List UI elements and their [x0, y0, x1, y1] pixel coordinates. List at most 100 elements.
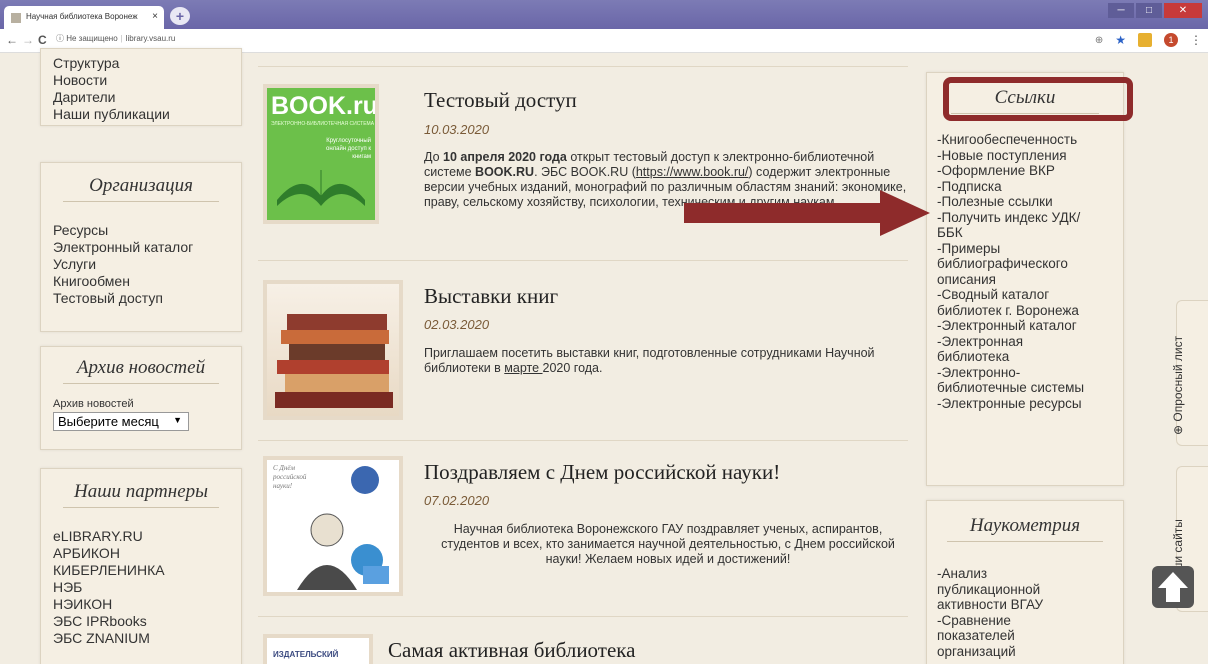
- organization-panel: Организация Ресурсы Электронный каталог …: [40, 162, 242, 332]
- partner-link[interactable]: АРБИКОН: [53, 545, 229, 562]
- organization-title: Организация: [63, 175, 219, 202]
- link-union-catalog-cont[interactable]: библиотек г. Воронежа: [937, 303, 1113, 319]
- extension-icon[interactable]: [1138, 33, 1152, 47]
- partner-link[interactable]: КИБЕРЛЕНИНКА: [53, 562, 229, 579]
- page-body: Структура Новости Дарители Наши публикац…: [0, 48, 1208, 664]
- book-ru-tagline: Круглосуточный онлайн доступ к книгам: [325, 138, 371, 160]
- link-union-catalog[interactable]: -Сводный каталог: [937, 287, 1113, 303]
- month-select[interactable]: Выберите месяц ▼: [53, 412, 189, 431]
- org-link-services[interactable]: Услуги: [53, 256, 229, 273]
- link-vkr[interactable]: -Оформление ВКР: [937, 163, 1113, 179]
- link-examples[interactable]: -Примеры: [937, 241, 1113, 257]
- link-ebs-cont[interactable]: библиотечные системы: [937, 380, 1113, 396]
- tab-title: Научная библиотека Воронеж: [26, 12, 138, 21]
- partner-link[interactable]: НЭИКОН: [53, 596, 229, 613]
- book-ru-logo: BOOK.ru: [271, 92, 378, 120]
- publisher-thumbnail[interactable]: ИЗДАТЕЛЬСКИЙ: [263, 634, 373, 664]
- survey-side-tab[interactable]: ⊕ Опросный лист: [1171, 300, 1208, 446]
- article-text: Приглашаем посетить выставки книг, подго…: [424, 346, 875, 375]
- security-indicator[interactable]: ⓘ Не защищено: [56, 34, 118, 43]
- url-text: library.vsau.ru: [125, 34, 176, 43]
- article-date: 02.03.2020: [424, 317, 490, 332]
- march-link[interactable]: марте: [504, 361, 542, 375]
- forward-arrow-icon[interactable]: →: [22, 33, 34, 47]
- scientometrics-link[interactable]: активности ВГАУ: [937, 597, 1113, 613]
- archive-panel: Архив новостей Архив новостей Выберите м…: [40, 346, 242, 450]
- nav-link-donors[interactable]: Дарители: [53, 89, 229, 106]
- zoom-icon[interactable]: ⊕: [1095, 35, 1103, 46]
- link-e-catalog[interactable]: -Электронный каталог: [937, 318, 1113, 334]
- link-useful[interactable]: -Полезные ссылки: [937, 194, 1113, 210]
- scientometrics-link[interactable]: показателей: [937, 628, 1113, 644]
- profile-badge[interactable]: 1: [1164, 33, 1178, 47]
- link-examples-cont[interactable]: описания: [937, 272, 1113, 288]
- scientist-illustration: [297, 466, 389, 590]
- address-bar[interactable]: ⓘ Не защищено | library.vsau.ru: [56, 33, 175, 44]
- window-controls: ─ □ ✕: [1108, 3, 1202, 18]
- link-ebs[interactable]: -Электронно-: [937, 365, 1113, 381]
- scientometrics-link[interactable]: организаций: [937, 644, 1113, 660]
- link-e-library-cont[interactable]: библиотека: [937, 349, 1113, 365]
- scientometrics-title: Наукометрия: [947, 515, 1103, 542]
- link-e-library[interactable]: -Электронная: [937, 334, 1113, 350]
- link-subscription[interactable]: -Подписка: [937, 179, 1113, 195]
- divider: [258, 616, 908, 617]
- close-window-button[interactable]: ✕: [1164, 3, 1202, 18]
- nav-link-news[interactable]: Новости: [53, 72, 229, 89]
- toolbar-actions: ⊕ ★ 1 ⋮: [1095, 33, 1202, 47]
- scientometrics-link[interactable]: публикационной: [937, 582, 1113, 598]
- article-text: Научная библиотека Воронежского ГАУ позд…: [441, 522, 895, 566]
- back-arrow-icon[interactable]: ←: [6, 33, 18, 47]
- scroll-to-top-button[interactable]: [1152, 566, 1194, 608]
- highlight-box: [943, 77, 1133, 121]
- books-exhibition-thumbnail[interactable]: [263, 280, 403, 420]
- book-ru-link[interactable]: https://www.book.ru/: [636, 165, 749, 179]
- book-ru-thumbnail[interactable]: BOOK.ru ЭЛЕКТРОННО-БИБЛИОТЕЧНАЯ СИСТЕМА …: [263, 84, 379, 224]
- scientometrics-panel: Наукометрия -Анализ публикационной актив…: [926, 500, 1124, 664]
- article-title[interactable]: Выставки книг: [424, 284, 558, 309]
- nav-link-structure[interactable]: Структура: [53, 55, 229, 72]
- main-nav-panel: Структура Новости Дарители Наши публикац…: [40, 48, 242, 126]
- link-udc-cont[interactable]: ББК: [937, 225, 1113, 241]
- link-examples-cont[interactable]: библиографического: [937, 256, 1113, 272]
- partner-link[interactable]: eLIBRARY.RU: [53, 528, 229, 545]
- article-title[interactable]: Самая активная библиотека: [388, 638, 635, 663]
- reload-icon[interactable]: C: [38, 33, 47, 47]
- link-e-resources[interactable]: -Электронные ресурсы: [937, 396, 1113, 412]
- divider: [258, 66, 908, 67]
- scientometrics-link[interactable]: -Анализ: [937, 566, 1113, 582]
- bookmark-star-icon[interactable]: ★: [1115, 33, 1126, 47]
- partner-link[interactable]: ЭБС ZNANIUM: [53, 630, 229, 647]
- minimize-button[interactable]: ─: [1108, 3, 1134, 18]
- article-title[interactable]: Тестовый доступ: [424, 88, 577, 113]
- tab-close-icon[interactable]: ×: [152, 11, 158, 22]
- scientometrics-link[interactable]: -Сравнение: [937, 613, 1113, 629]
- link-udc[interactable]: -Получить индекс УДК/: [937, 210, 1113, 226]
- annotation-arrow: [684, 190, 930, 236]
- divider: [258, 260, 908, 261]
- menu-dots-icon[interactable]: ⋮: [1190, 33, 1202, 47]
- partners-title: Наши партнеры: [63, 481, 219, 508]
- article-title[interactable]: Поздравляем с Днем российской науки!: [424, 460, 780, 485]
- org-link-bookexchange[interactable]: Книгообмен: [53, 273, 229, 290]
- maximize-button[interactable]: □: [1136, 3, 1162, 18]
- new-tab-button[interactable]: +: [170, 7, 190, 25]
- org-link-resources[interactable]: Ресурсы: [53, 222, 229, 239]
- browser-tabstrip: Научная библиотека Воронеж × + ─ □ ✕: [0, 0, 1208, 29]
- partner-link[interactable]: НЭБ: [53, 579, 229, 596]
- org-link-trial[interactable]: Тестовый доступ: [53, 290, 229, 307]
- link-new-arrivals[interactable]: -Новые поступления: [937, 148, 1113, 164]
- favicon-icon: [11, 13, 21, 23]
- org-link-catalog[interactable]: Электронный каталог: [53, 239, 229, 256]
- divider: [258, 440, 908, 441]
- book-stack-icon: [275, 314, 393, 408]
- link-book-supply[interactable]: -Книгообеспеченность: [937, 132, 1113, 148]
- book-ru-subtitle: ЭЛЕКТРОННО-БИБЛИОТЕЧНАЯ СИСТЕМА: [271, 121, 375, 127]
- dropdown-arrow-icon: ▼: [173, 415, 182, 425]
- open-book-icon: [277, 170, 365, 206]
- browser-tab[interactable]: Научная библиотека Воронеж ×: [4, 6, 164, 29]
- science-day-thumbnail[interactable]: С Днём российской науки!: [263, 456, 403, 596]
- nav-link-publications[interactable]: Наши публикации: [53, 106, 229, 123]
- partner-link[interactable]: ЭБС IPRbooks: [53, 613, 229, 630]
- archive-label: Архив новостей: [53, 398, 134, 410]
